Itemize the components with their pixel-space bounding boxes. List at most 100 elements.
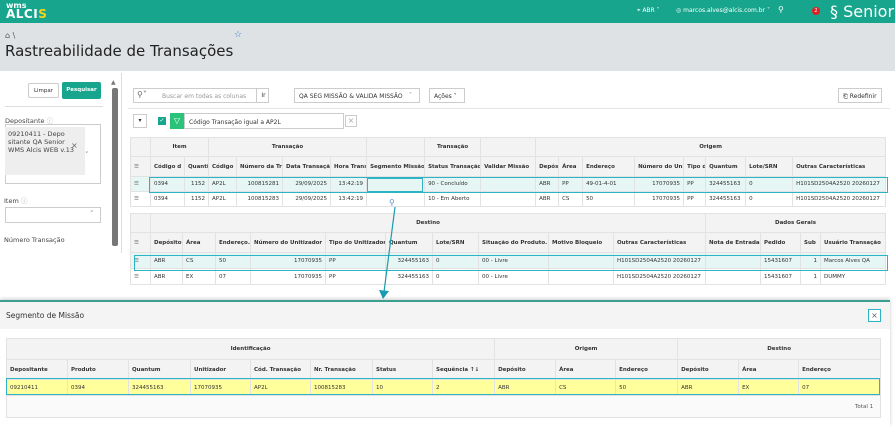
table-cell: 324455163 <box>128 379 191 396</box>
column-header[interactable]: Outras Características <box>792 156 887 177</box>
clear-button[interactable]: Limpar <box>28 83 59 98</box>
column-header[interactable]: Nota de Entrada.. <box>705 232 761 253</box>
column-header[interactable]: Endereço <box>615 359 679 380</box>
column-header[interactable]: Nr. Transação <box>310 359 373 380</box>
grid1-table: Item Transação Transação Origem ☰ Código d Qua… <box>130 137 887 207</box>
home-icon[interactable]: ⌂ <box>5 31 10 40</box>
table-cell: H101SD2504A2520 20260127 <box>792 176 887 192</box>
report-select-value: QA SEG MISSÃO & VALIDA MISSÃO <box>299 93 403 100</box>
row-menu-icon[interactable]: ☰ <box>130 252 151 269</box>
filter-enabled-checkbox[interactable]: ✓ <box>158 117 166 125</box>
column-header[interactable]: Endereço.. <box>215 232 251 253</box>
remove-filter-button[interactable]: × <box>345 115 357 127</box>
column-header[interactable]: Pedido <box>760 232 801 253</box>
row-menu-icon[interactable]: ☰ <box>130 191 151 207</box>
column-header[interactable]: Motivo Bloqueio <box>548 232 614 253</box>
table-cell <box>480 191 537 207</box>
reset-button[interactable]: ⎗ Redefinir <box>838 88 882 103</box>
location-selector[interactable]: ⌖ ABR ˅ <box>637 7 660 15</box>
column-header[interactable]: Área <box>555 359 617 380</box>
column-header[interactable]: Lote/SRN <box>745 156 794 177</box>
column-header[interactable]: Número do Unitizador <box>250 232 326 253</box>
column-header[interactable]: Status <box>372 359 433 380</box>
search-icon[interactable]: ⚲ <box>778 5 784 14</box>
item-select[interactable]: ˅ <box>5 207 101 223</box>
table-cell: CS <box>558 191 584 207</box>
column-group-header: Origem <box>535 137 887 157</box>
scrollbar[interactable] <box>112 88 118 246</box>
row-menu-icon[interactable]: ☰ <box>130 176 151 192</box>
column-header[interactable]: Endereço <box>798 359 882 380</box>
column-header[interactable]: Tipo d <box>683 156 707 177</box>
filter-chip[interactable]: Código Transação igual a AP2L <box>184 113 344 129</box>
column-header[interactable]: Área <box>738 359 800 380</box>
column-header[interactable]: Outras Características <box>613 232 706 253</box>
report-select[interactable]: QA SEG MISSÃO & VALIDA MISSÃO ˅ <box>294 88 420 103</box>
close-button[interactable]: × <box>868 309 881 322</box>
location-pin-icon: ⌖ <box>637 7 641 14</box>
column-header[interactable]: Endereço <box>582 156 636 177</box>
remove-icon[interactable]: × <box>71 142 78 150</box>
table-row[interactable]: ☰ 0394 1152 AP2L 100815281 29/09/2025 13:42:19… <box>130 176 887 192</box>
table-row[interactable]: ☰ ABR EX 07 17070935 PP 324455163 0 00 - Livre H1… <box>130 268 887 285</box>
column-header[interactable]: Cód. Transação <box>250 359 311 380</box>
search-icon[interactable]: ⚲˅ <box>137 90 147 99</box>
table-cell: 50 <box>582 191 636 207</box>
column-header[interactable]: Situação do Produto. <box>478 232 549 253</box>
table-cell: H101SD2504A2520 20260127 <box>792 191 887 207</box>
column-header[interactable]: Depósito <box>677 359 740 380</box>
collapse-filters-button[interactable]: ▾ <box>133 114 147 128</box>
row-menu-icon[interactable]: ☰ <box>130 268 151 285</box>
column-header[interactable]: Sub <box>800 232 821 253</box>
column-header[interactable]: Quantum <box>705 156 747 177</box>
column-header[interactable]: Número do Uni <box>634 156 685 177</box>
column-header[interactable]: Depósito. <box>150 232 183 253</box>
chevron-down-icon[interactable]: ˅ <box>85 151 89 159</box>
column-header[interactable]: Usuário Transação <box>819 232 887 253</box>
column-header[interactable]: Área <box>182 232 216 253</box>
wms-alcis-logo[interactable]: wms ALCIS <box>6 1 47 20</box>
column-header[interactable]: Área <box>558 156 584 177</box>
column-header[interactable]: Código <box>208 156 238 177</box>
table-row[interactable]: 09210411 0394 324455163 17070935 AP2L 1008152… <box>6 379 882 396</box>
segmento-missao-dialog: Segmento de Missão × Identificação Origem… <box>0 300 890 426</box>
table-cell: ABR <box>150 268 183 285</box>
scroll-up-icon[interactable]: ▲ <box>111 79 116 86</box>
search-field[interactable]: ⚲˅ Buscar em todas as colunas Ir <box>133 88 269 103</box>
column-header[interactable]: Código d <box>150 156 185 177</box>
search-input[interactable]: Buscar em todas as colunas <box>162 93 246 100</box>
search-button[interactable]: Pesquisar <box>62 82 101 99</box>
notification-badge[interactable]: 2 <box>812 7 820 15</box>
column-header[interactable]: Quantum <box>128 359 191 380</box>
user-menu[interactable]: ◎ marcos.alves@alcis.com.br ˅ <box>676 7 770 14</box>
column-header[interactable]: Status Transação.. <box>424 156 482 177</box>
actions-menu-button[interactable]: Ações ˅ <box>429 88 465 103</box>
table-cell: DUMMY <box>819 268 887 285</box>
column-header[interactable]: Produto <box>67 359 129 380</box>
column-header[interactable]: Depósito <box>494 359 557 380</box>
column-header[interactable]: Número da Tr <box>236 156 284 177</box>
reset-icon: ⎗ <box>843 93 848 100</box>
column-header[interactable]: Hora Trans <box>330 156 368 177</box>
column-header[interactable]: Unitizador <box>190 359 251 380</box>
row-menu-icon[interactable]: ☰ <box>130 156 151 177</box>
column-header[interactable]: Lote/SRN <box>432 232 479 253</box>
table-cell: 00 - Livre <box>478 268 549 285</box>
table-row[interactable]: ☰ ABR CS 50 17070935 PP 324455163 0 00 - Livre H1… <box>130 252 887 269</box>
row-menu-icon[interactable]: ☰ <box>130 232 151 253</box>
favorite-star-icon[interactable]: ☆ <box>234 30 242 40</box>
column-header[interactable]: Quanti <box>183 156 210 177</box>
go-button[interactable]: Ir <box>256 89 270 102</box>
table-cell: 1152 <box>183 176 210 192</box>
table-cell: 0 <box>745 191 794 207</box>
person-search-icon[interactable]: ⚲ <box>389 198 395 207</box>
table-row[interactable]: ☰ 0394 1152 AP2L 100815283 29/09/2025 13:42:19… <box>130 191 887 207</box>
column-header[interactable]: Sequência ↑↓ <box>431 359 496 380</box>
table-cell: 13:42:19 <box>330 191 368 207</box>
column-header[interactable]: Segmento Missão. <box>366 156 426 177</box>
column-header[interactable]: Validar Missão <box>480 156 537 177</box>
column-header[interactable]: Data Transação <box>282 156 332 177</box>
breadcrumb: ⌂ \ <box>5 31 15 40</box>
column-header[interactable]: Depósi <box>535 156 560 177</box>
column-header[interactable]: Depositante <box>6 359 68 380</box>
